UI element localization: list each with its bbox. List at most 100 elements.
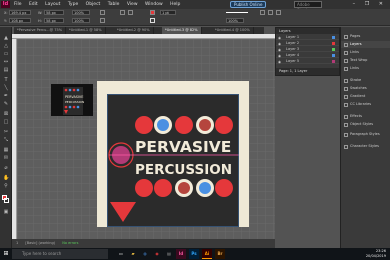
panel-stroke[interactable]: Stroke	[341, 77, 390, 84]
bottom-dot-3-inner	[178, 182, 190, 194]
align-right-icon[interactable]	[276, 10, 281, 15]
page-tool-icon[interactable]: ▭	[3, 51, 9, 57]
indesign-app-icon[interactable]: Id	[176, 249, 186, 259]
width-field[interactable]: 58 px	[44, 10, 64, 15]
stock-search-input[interactable]: Adobe Stock	[294, 1, 322, 13]
illustrator-app-icon[interactable]: Ai	[202, 249, 212, 259]
top-dot-5	[215, 116, 233, 134]
panel-swatches[interactable]: Swatches	[341, 85, 390, 92]
y-label: Y:	[4, 19, 7, 23]
gradient-tool-icon[interactable]: ▦	[3, 147, 9, 153]
scale-y-field[interactable]: 100%	[72, 18, 90, 23]
status-bar: 1 [Basic] (working) No errors	[12, 239, 275, 248]
zoom-tool-icon[interactable]: ⚲	[3, 183, 9, 189]
stroke-color-icon[interactable]	[4, 198, 9, 203]
menu-layout[interactable]: Layout	[45, 2, 60, 7]
layer-color-swatch	[332, 60, 335, 63]
bridge-app-icon[interactable]: Br	[215, 249, 225, 259]
panel-gradient[interactable]: Gradient	[341, 93, 390, 100]
menu-window[interactable]: Window	[145, 2, 163, 7]
flip-vertical-icon[interactable]	[128, 10, 133, 15]
direct-selection-tool-icon[interactable]: △	[3, 43, 9, 49]
panel-paragraph-styles[interactable]: Paragraph Styles	[341, 131, 390, 138]
artwork-thumbnail[interactable]: PERVASIVE PERCUSSION	[51, 84, 93, 116]
type-tool-icon[interactable]: T	[3, 77, 9, 83]
stroke-style-line[interactable]	[226, 12, 248, 13]
scissors-tool-icon[interactable]: ✂	[3, 129, 9, 135]
tab-untitled-1[interactable]: *Untitled-1 @ 58%	[66, 27, 106, 34]
free-transform-tool-icon[interactable]: ⤡	[3, 137, 9, 143]
screen-mode-icon[interactable]: ▣	[3, 209, 9, 215]
stroke-swatch[interactable]	[150, 18, 155, 23]
panel-effects[interactable]: Effects	[341, 113, 390, 120]
eyedropper-tool-icon[interactable]: ⌀	[3, 165, 9, 171]
menu-view[interactable]: View	[127, 2, 138, 7]
flip-horizontal-icon[interactable]	[120, 10, 125, 15]
tab-pervasive[interactable]: *Pervasive Percu...@ 75%	[14, 27, 67, 34]
content-collector-icon[interactable]: ▤	[3, 67, 9, 73]
page-number[interactable]: 1	[16, 241, 18, 245]
top-dot-3	[175, 116, 193, 134]
top-dot-1	[135, 116, 153, 134]
main-menu: File Edit Layout Type Object Table View …	[14, 0, 186, 9]
pencil-tool-icon[interactable]: ✎	[3, 101, 9, 107]
rectangle-tool-icon[interactable]: □	[3, 119, 9, 125]
shear-icon[interactable]	[100, 18, 105, 23]
gradient-icon	[344, 94, 348, 99]
menu-edit[interactable]: Edit	[29, 2, 38, 7]
file-explorer-icon[interactable]: ▰	[128, 249, 138, 259]
taskbar-search-input[interactable]: Type here to search	[12, 249, 108, 259]
window-controls[interactable]: – ❐ ✕	[350, 0, 390, 9]
panel-text-wrap[interactable]: Text Wrap	[341, 57, 390, 64]
y-field[interactable]: 108 px	[9, 18, 31, 23]
tab-untitled-4[interactable]: *Untitled-4 @ 100%	[212, 27, 254, 34]
menu-table[interactable]: Table	[108, 2, 120, 7]
poster-artwork[interactable]: PERVASIVE PERCUSSION	[107, 94, 239, 227]
character-styles-icon	[344, 144, 348, 149]
pages-icon	[344, 34, 348, 39]
note-tool-icon[interactable]: ✉	[3, 155, 9, 161]
h-label: H:	[38, 19, 42, 23]
browser-icon[interactable]: ◍	[140, 249, 150, 259]
rectangle-frame-tool-icon[interactable]: ⊠	[3, 111, 9, 117]
scale-x-field[interactable]: 100%	[72, 10, 90, 15]
gap-tool-icon[interactable]: ↔	[3, 59, 9, 65]
stroke-weight-field[interactable]: 1 pt	[160, 10, 176, 15]
red-triangle	[110, 202, 136, 222]
menu-type[interactable]: Type	[68, 2, 78, 7]
rotate-icon[interactable]	[100, 10, 105, 15]
eye-icon[interactable]: ◉	[278, 59, 281, 65]
x-field[interactable]: 169.4 px	[9, 10, 31, 15]
panel-links[interactable]: Links	[341, 49, 390, 56]
menu-help[interactable]: Help	[170, 2, 180, 7]
opacity-field[interactable]: 100%	[226, 18, 244, 23]
taskbar-clock[interactable]: 23:26 20/04/2019	[358, 249, 388, 259]
preflight-profile[interactable]: [Basic] (working)	[25, 241, 55, 245]
panel-layers[interactable]: Layers	[341, 41, 390, 48]
align-center-icon[interactable]	[268, 10, 273, 15]
align-left-icon[interactable]	[260, 10, 265, 15]
panel-cc-libraries[interactable]: CC Libraries	[341, 101, 390, 108]
panel-pages[interactable]: Pages	[341, 33, 390, 40]
layer-row[interactable]: ◉ Layer 5	[276, 58, 339, 64]
tab-untitled-3[interactable]: *Untitled-3 @ 82%	[162, 27, 202, 34]
line-tool-icon[interactable]: ╲	[3, 85, 9, 91]
panel-character-styles[interactable]: Character Styles	[341, 143, 390, 150]
panel-object-styles[interactable]: Object Styles	[341, 121, 390, 128]
cc-libraries-icon	[344, 102, 348, 107]
store-icon[interactable]: ▤	[164, 249, 174, 259]
pen-tool-icon[interactable]: ✒	[3, 93, 9, 99]
menu-file[interactable]: File	[14, 2, 22, 7]
windows-start-icon[interactable]: ⊞	[2, 250, 10, 258]
publish-online-button[interactable]: Publish Online	[230, 1, 267, 8]
fill-swatch[interactable]	[150, 10, 155, 15]
photoshop-app-icon[interactable]: Ps	[189, 249, 199, 259]
task-view-icon[interactable]: ▭	[116, 249, 126, 259]
selection-tool-icon[interactable]: ▲	[3, 35, 9, 41]
menu-object[interactable]: Object	[86, 2, 101, 7]
chrome-icon[interactable]: ◉	[152, 249, 162, 259]
hand-tool-icon[interactable]: ✋	[3, 175, 9, 181]
panel-links-2[interactable]: Links	[341, 65, 390, 72]
tab-untitled-2[interactable]: *Untitled-2 @ 90%	[114, 27, 154, 34]
height-field[interactable]: 58 px	[44, 18, 64, 23]
